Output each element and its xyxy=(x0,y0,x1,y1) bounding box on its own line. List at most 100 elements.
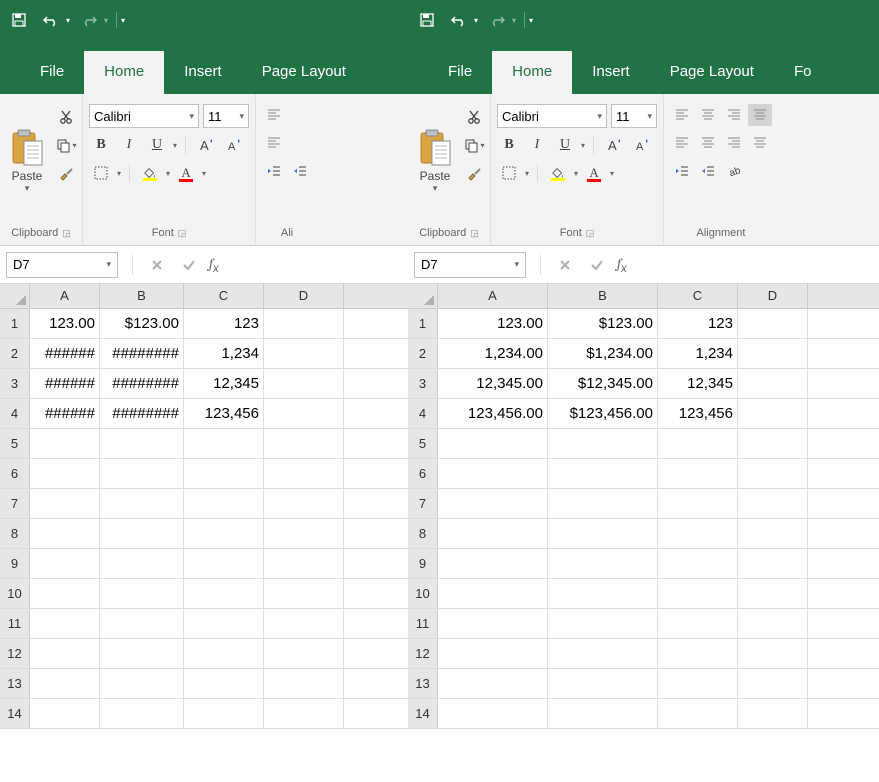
bold-button[interactable]: B xyxy=(89,134,113,156)
cell[interactable] xyxy=(548,699,658,728)
cell[interactable] xyxy=(438,699,548,728)
cell[interactable] xyxy=(658,669,738,698)
tab-home[interactable]: Home xyxy=(492,51,572,94)
cell[interactable] xyxy=(100,639,184,668)
cell[interactable] xyxy=(738,639,808,668)
cell[interactable] xyxy=(738,339,808,368)
cell[interactable] xyxy=(100,489,184,518)
grid-body[interactable]: 1123.00$123.001232##############1,2343##… xyxy=(0,309,408,782)
cell[interactable]: $123.00 xyxy=(100,309,184,338)
redo-icon[interactable] xyxy=(484,7,510,33)
cut-button[interactable] xyxy=(54,106,78,128)
cell[interactable] xyxy=(738,669,808,698)
row-header-2[interactable]: 2 xyxy=(0,339,30,368)
cell[interactable] xyxy=(264,369,344,398)
name-box[interactable]: D7▾ xyxy=(6,252,118,278)
cell[interactable]: 1,234 xyxy=(658,339,738,368)
cell[interactable] xyxy=(30,669,100,698)
cell[interactable] xyxy=(438,489,548,518)
cell[interactable] xyxy=(738,699,808,728)
undo-icon[interactable] xyxy=(38,7,64,33)
cell[interactable] xyxy=(658,699,738,728)
cell[interactable] xyxy=(548,459,658,488)
decrease-indent-button[interactable] xyxy=(262,160,286,182)
cell[interactable] xyxy=(30,549,100,578)
cell[interactable] xyxy=(548,549,658,578)
row-header-12[interactable]: 12 xyxy=(0,639,30,668)
cell[interactable] xyxy=(184,579,264,608)
increase-indent-button[interactable] xyxy=(288,160,312,182)
row-header-12[interactable]: 12 xyxy=(408,639,438,668)
cell[interactable] xyxy=(100,429,184,458)
cell[interactable] xyxy=(438,429,548,458)
row-header-11[interactable]: 11 xyxy=(0,609,30,638)
font-size-combo[interactable]: 11▾ xyxy=(203,104,249,128)
customize-qat[interactable]: ▾ xyxy=(529,16,533,25)
shrink-font-button[interactable]: A xyxy=(630,134,654,156)
cell[interactable] xyxy=(548,429,658,458)
font-name-combo[interactable]: Calibri▾ xyxy=(497,104,607,128)
column-header-B[interactable]: B xyxy=(548,284,658,308)
cell[interactable]: 1,234 xyxy=(184,339,264,368)
cell[interactable]: ######## xyxy=(100,399,184,428)
cancel-formula-button[interactable] xyxy=(549,257,581,273)
row-header-9[interactable]: 9 xyxy=(408,549,438,578)
cell[interactable] xyxy=(100,549,184,578)
enter-formula-button[interactable] xyxy=(173,257,205,273)
column-header-C[interactable]: C xyxy=(184,284,264,308)
align-bottom-button[interactable] xyxy=(722,104,746,126)
name-box[interactable]: D7▾ xyxy=(414,252,526,278)
customize-qat[interactable]: ▾ xyxy=(121,16,125,25)
row-header-1[interactable]: 1 xyxy=(408,309,438,338)
cell[interactable] xyxy=(658,519,738,548)
tab-file[interactable]: File xyxy=(20,51,84,94)
cell[interactable] xyxy=(658,549,738,578)
cell[interactable] xyxy=(30,639,100,668)
row-header-2[interactable]: 2 xyxy=(408,339,438,368)
cell[interactable] xyxy=(184,609,264,638)
row-header-8[interactable]: 8 xyxy=(0,519,30,548)
row-header-10[interactable]: 10 xyxy=(0,579,30,608)
grow-font-button[interactable]: A xyxy=(602,134,626,156)
cell[interactable] xyxy=(184,429,264,458)
align-left-button[interactable] xyxy=(262,132,286,154)
row-header-4[interactable]: 4 xyxy=(408,399,438,428)
undo-menu[interactable]: ▾ xyxy=(66,16,70,25)
row-header-7[interactable]: 7 xyxy=(0,489,30,518)
font-launcher-icon[interactable]: ◲ xyxy=(178,228,187,239)
tab-page-layout[interactable]: Page Layout xyxy=(242,51,366,94)
grid-body[interactable]: 1123.00$123.0012321,234.00$1,234.001,234… xyxy=(408,309,879,782)
cell[interactable] xyxy=(438,609,548,638)
cell[interactable] xyxy=(738,579,808,608)
cell[interactable] xyxy=(738,309,808,338)
row-header-9[interactable]: 9 xyxy=(0,549,30,578)
row-header-10[interactable]: 10 xyxy=(408,579,438,608)
cell[interactable] xyxy=(264,459,344,488)
select-all-corner[interactable] xyxy=(0,284,30,308)
row-header-14[interactable]: 14 xyxy=(408,699,438,728)
cell[interactable] xyxy=(658,459,738,488)
column-header-A[interactable]: A xyxy=(438,284,548,308)
cell[interactable] xyxy=(184,549,264,578)
cell[interactable]: 123 xyxy=(184,309,264,338)
cell[interactable] xyxy=(738,369,808,398)
align-right-button[interactable] xyxy=(722,132,746,154)
cell[interactable]: $123,456.00 xyxy=(548,399,658,428)
align-top-button[interactable] xyxy=(262,104,286,126)
cell[interactable] xyxy=(264,669,344,698)
cell[interactable] xyxy=(548,639,658,668)
format-painter-button[interactable] xyxy=(462,162,486,184)
cell[interactable] xyxy=(30,429,100,458)
cell[interactable] xyxy=(30,459,100,488)
cell[interactable] xyxy=(658,609,738,638)
tab-home[interactable]: Home xyxy=(84,51,164,94)
row-header-6[interactable]: 6 xyxy=(0,459,30,488)
cell[interactable] xyxy=(30,609,100,638)
cell[interactable]: $12,345.00 xyxy=(548,369,658,398)
cell[interactable]: 12,345 xyxy=(184,369,264,398)
cell[interactable] xyxy=(30,699,100,728)
cell[interactable]: ###### xyxy=(30,339,100,368)
underline-button[interactable]: U xyxy=(145,134,169,156)
select-all-corner[interactable] xyxy=(408,284,438,308)
cell[interactable] xyxy=(738,459,808,488)
